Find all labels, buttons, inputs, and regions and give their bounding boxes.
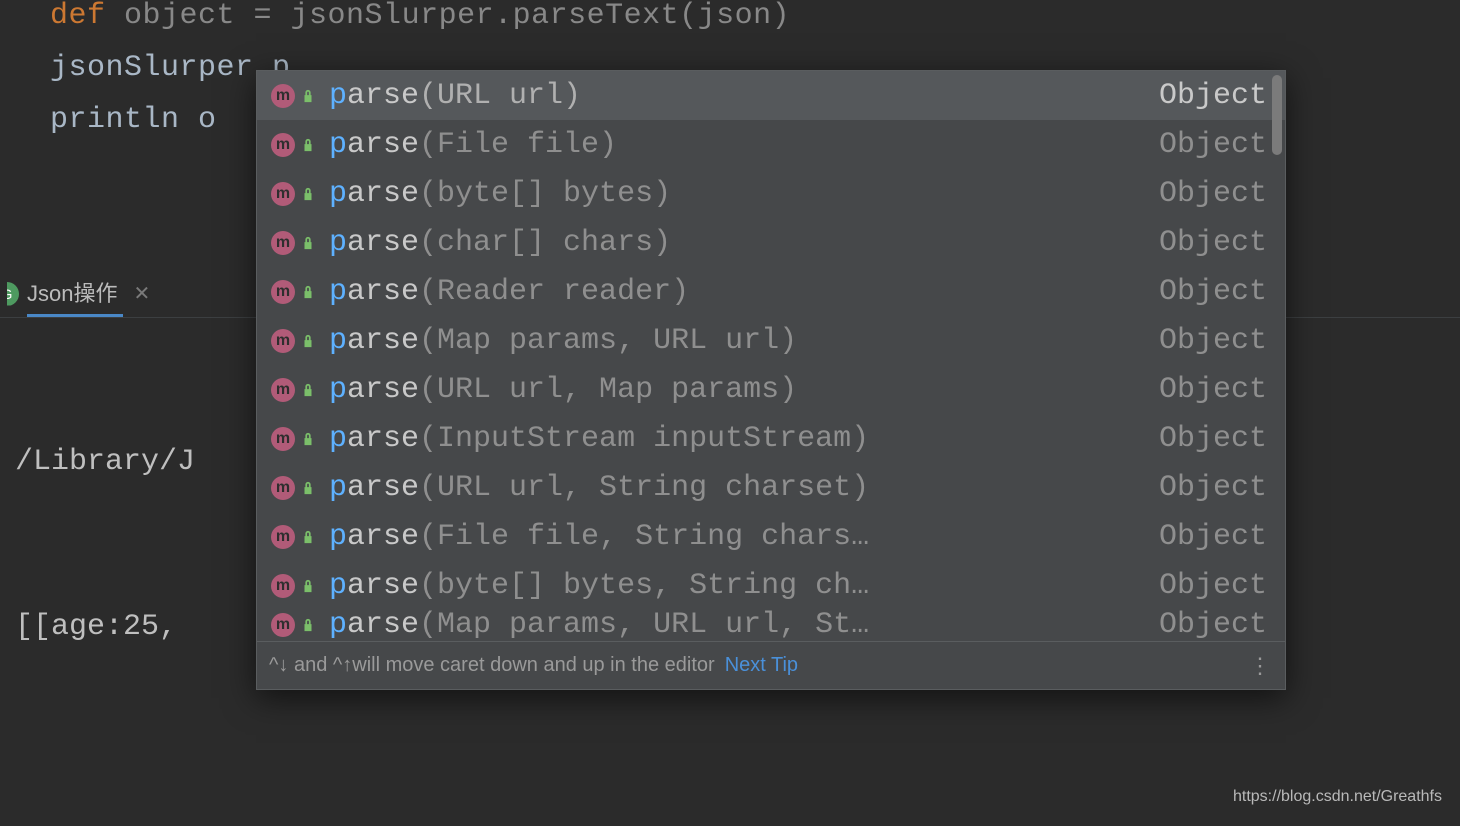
method-signature: parse(File file, String chars…	[329, 520, 1139, 554]
autocomplete-item[interactable]: m parse(Reader reader) Object	[257, 267, 1285, 316]
method-signature: parse(URL url)	[329, 79, 1139, 113]
autocomplete-item[interactable]: m parse(URL url, String charset) Object	[257, 463, 1285, 512]
return-type: Object	[1159, 520, 1267, 554]
return-type: Object	[1159, 422, 1267, 456]
method-icon: m	[271, 613, 295, 637]
method-signature: parse(byte[] bytes, String ch…	[329, 569, 1139, 603]
lock-icon	[301, 579, 315, 593]
autocomplete-list[interactable]: m parse(URL url) Object m parse(File file) Ob…	[257, 71, 1285, 641]
method-icon: m	[271, 378, 295, 402]
return-type: Object	[1159, 471, 1267, 505]
autocomplete-item[interactable]: m parse(URL url) Object	[257, 71, 1285, 120]
code-text: object = jsonSlurper.parseText(json)	[106, 0, 791, 33]
lock-icon	[301, 530, 315, 544]
method-icon: m	[271, 231, 295, 255]
lock-icon	[301, 138, 315, 152]
autocomplete-popup: m parse(URL url) Object m parse(File file) Ob…	[256, 70, 1286, 690]
autocomplete-item[interactable]: m parse(byte[] bytes, String ch… Object	[257, 561, 1285, 610]
return-type: Object	[1159, 610, 1267, 640]
method-icon: m	[271, 329, 295, 353]
autocomplete-item[interactable]: m parse(InputStream inputStream) Object	[257, 414, 1285, 463]
return-type: Object	[1159, 275, 1267, 309]
run-tab-name[interactable]: Json操作	[27, 270, 123, 317]
method-icon: m	[271, 574, 295, 598]
return-type: Object	[1159, 226, 1267, 260]
autocomplete-item[interactable]: m parse(File file) Object	[257, 120, 1285, 169]
autocomplete-item[interactable]: m parse(byte[] bytes) Object	[257, 169, 1285, 218]
return-type: Object	[1159, 324, 1267, 358]
autocomplete-item[interactable]: m parse(char[] chars) Object	[257, 218, 1285, 267]
method-signature: parse(URL url, String charset)	[329, 471, 1139, 505]
lock-icon	[301, 334, 315, 348]
autocomplete-item[interactable]: m parse(URL url, Map params) Object	[257, 365, 1285, 414]
lock-icon	[301, 89, 315, 103]
footer-hint-text: will move caret down and up in the edito…	[352, 654, 714, 677]
method-icon: m	[271, 525, 295, 549]
return-type: Object	[1159, 128, 1267, 162]
autocomplete-item[interactable]: m parse(File file, String chars… Object	[257, 512, 1285, 561]
close-tab-icon[interactable]: ✕	[133, 281, 150, 306]
more-options-icon[interactable]: ⋮	[1249, 653, 1273, 679]
method-signature: parse(InputStream inputStream)	[329, 422, 1139, 456]
method-signature: parse(char[] chars)	[329, 226, 1139, 260]
lock-icon	[301, 236, 315, 250]
method-icon: m	[271, 427, 295, 451]
scrollbar-thumb[interactable]	[1272, 75, 1282, 155]
lock-icon	[301, 481, 315, 495]
method-signature: parse(Reader reader)	[329, 275, 1139, 309]
method-icon: m	[271, 182, 295, 206]
lock-icon	[301, 432, 315, 446]
code-line-1: def object = jsonSlurper.parseText(json)	[50, 0, 1460, 42]
method-icon: m	[271, 133, 295, 157]
method-signature: parse(Map params, URL url)	[329, 324, 1139, 358]
next-tip-link[interactable]: Next Tip	[725, 654, 798, 677]
lock-icon	[301, 383, 315, 397]
method-icon: m	[271, 280, 295, 304]
method-signature: parse(Map params, URL url, St…	[329, 610, 1139, 640]
return-type: Object	[1159, 373, 1267, 407]
lock-icon	[301, 618, 315, 632]
watermark-text: https://blog.csdn.net/Greathfs	[1233, 788, 1442, 806]
lock-icon	[301, 187, 315, 201]
autocomplete-item[interactable]: m parse(Map params, URL url, St… Object	[257, 610, 1285, 640]
method-icon: m	[271, 476, 295, 500]
keyword-def: def	[50, 0, 106, 33]
autocomplete-item[interactable]: m parse(Map params, URL url) Object	[257, 316, 1285, 365]
return-type: Object	[1159, 569, 1267, 603]
lock-icon	[301, 285, 315, 299]
method-signature: parse(File file)	[329, 128, 1139, 162]
return-type: Object	[1159, 79, 1267, 113]
method-icon: m	[271, 84, 295, 108]
method-signature: parse(byte[] bytes)	[329, 177, 1139, 211]
method-signature: parse(URL url, Map params)	[329, 373, 1139, 407]
return-type: Object	[1159, 177, 1267, 211]
autocomplete-footer: ^↓ and ^↑ will move caret down and up in…	[257, 641, 1285, 689]
footer-hint-keys: ^↓ and ^↑	[269, 654, 352, 677]
groovy-file-icon: G	[0, 282, 19, 306]
